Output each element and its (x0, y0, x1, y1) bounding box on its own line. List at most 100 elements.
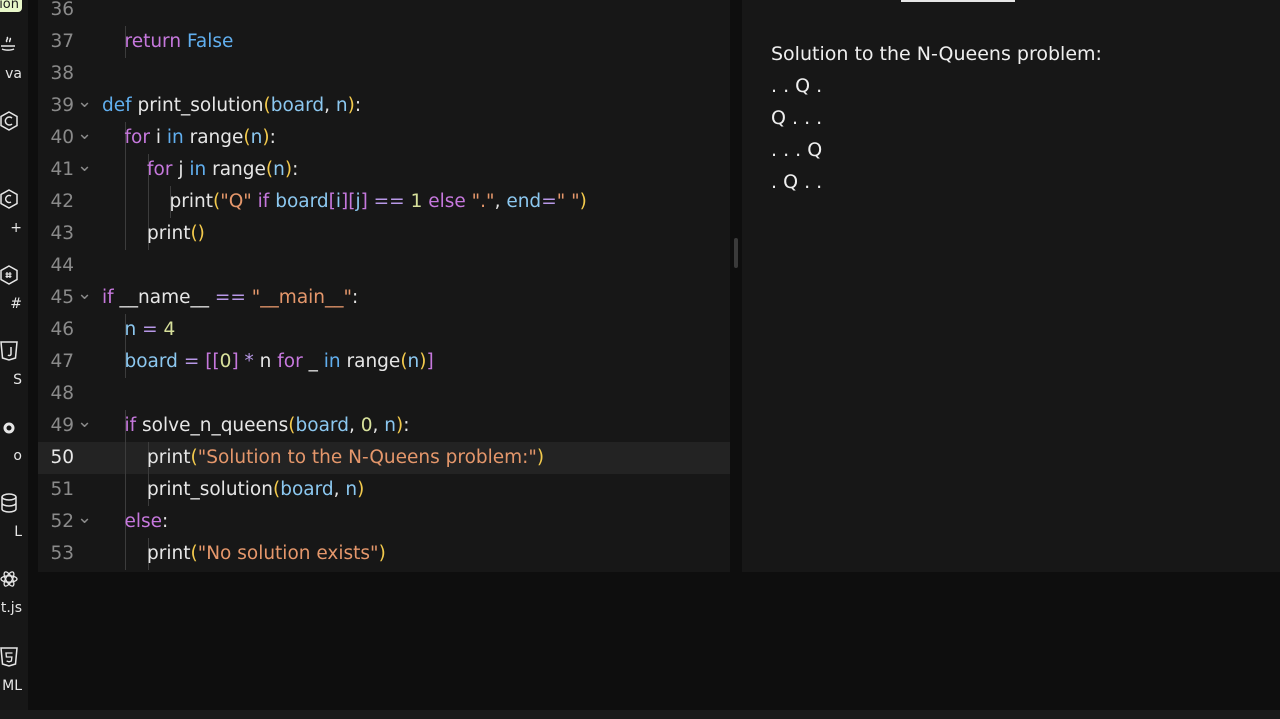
fold-chevron-icon[interactable]: ⌄ (77, 86, 92, 118)
fold-chevron-icon[interactable]: ⌄ (77, 406, 92, 438)
code-token: [[ (199, 351, 220, 372)
code-text: print_solution(board, n) (147, 474, 364, 506)
code-text: else: (125, 506, 169, 538)
code-token: n (384, 415, 396, 436)
csharp-icon (0, 265, 18, 285)
code-line[interactable]: 46 n = 4 (38, 314, 730, 346)
code-token: ) (378, 543, 386, 564)
code-line[interactable]: 50 print("Solution to the N-Queens proble… (38, 442, 730, 474)
code-token: False (181, 31, 234, 52)
code-token: "No solution exists" (197, 543, 379, 564)
code-token: return (124, 31, 182, 52)
code-token: in (166, 127, 184, 148)
line-number: 36 (50, 0, 74, 20)
code-token: "." (465, 191, 495, 212)
code-token: for (124, 127, 150, 148)
code-token: = (136, 319, 158, 340)
sidebar-lang-html[interactable]: ML (0, 644, 28, 702)
sidebar-lang-java[interactable]: va (0, 32, 28, 90)
panel-splitter[interactable] (730, 0, 742, 572)
output-board-row: . . Q . (771, 75, 823, 97)
splitter-handle[interactable] (734, 238, 738, 268)
code-token: j (172, 159, 190, 180)
code-line[interactable]: 52 ⌄ else: (38, 506, 730, 538)
sidebar-lang-sql[interactable]: L (0, 490, 28, 548)
code-token: if (102, 287, 114, 308)
code-token: solve_n_queens (136, 415, 289, 436)
fold-chevron-icon[interactable]: ⌄ (77, 150, 92, 182)
sidebar-lang-label: # (10, 296, 22, 312)
code-editor[interactable]: 36 37 return False 38 39 ⌄ def print_solution(… (38, 0, 730, 572)
line-number: 42 (50, 191, 74, 212)
code-line[interactable]: 43 print() (38, 218, 730, 250)
indent-guide (125, 442, 126, 474)
sidebar-lang-csharp[interactable]: # (0, 262, 28, 320)
output-heading: Solution to the N-Queens problem: (771, 43, 1102, 65)
output-board-row: Q . . . (771, 107, 823, 129)
sidebar-lang-label: ct.js (0, 600, 22, 616)
code-token: print_solution (131, 95, 264, 116)
code-token: , (333, 479, 346, 500)
code-token: ( (243, 127, 251, 148)
code-token: 1 (404, 191, 423, 212)
code-token: : (403, 415, 410, 436)
code-line[interactable]: 38 (38, 58, 730, 90)
code-line[interactable]: 49 ⌄ if solve_n_queens(board, 0, n): (38, 410, 730, 442)
code-line[interactable]: 51 print_solution(board, n) (38, 474, 730, 506)
code-line[interactable]: 45 ⌄ if __name__ == "__main__": (38, 282, 730, 314)
code-line[interactable]: 47 board = [[0] * n for _ in range(n)] (38, 346, 730, 378)
fold-chevron-icon[interactable]: ⌄ (77, 278, 92, 310)
code-text: for i in range(n): (125, 122, 276, 154)
code-token: ) (357, 479, 365, 500)
code-line[interactable]: 53 print("No solution exists") (38, 538, 730, 570)
code-line[interactable]: 48 (38, 378, 730, 410)
sidebar-lang-label: ML (2, 678, 22, 694)
fold-chevron-icon[interactable]: ⌄ (77, 118, 92, 150)
line-number: 49 (50, 415, 74, 436)
code-token: n (335, 95, 348, 116)
sidebar-lang-javascript[interactable]: S (0, 338, 28, 396)
html-icon (0, 647, 18, 667)
code-token: ( (190, 543, 198, 564)
sidebar-lang-react[interactable]: ct.js (0, 566, 28, 624)
code-token: "__main__" (245, 287, 353, 308)
app-window: ion va + # SoLct.js ML 36 37return False3839⌄… (0, 0, 1280, 719)
code-text: board = [[0] * n for _ in range(n)] (125, 346, 434, 378)
active-language-tag[interactable]: ion (0, 0, 22, 12)
code-token: ] (426, 351, 434, 372)
code-line[interactable]: 40 ⌄ for i in range(n): (38, 122, 730, 154)
output-tab-indicator (901, 0, 1015, 2)
fold-chevron-icon[interactable]: ⌄ (77, 502, 92, 534)
code-token: ( (190, 447, 198, 468)
code-line[interactable]: 41 ⌄ for j in range(n): (38, 154, 730, 186)
code-token: ) (347, 95, 355, 116)
sidebar-lang-label: va (5, 66, 22, 82)
code-line[interactable]: 36 (38, 0, 730, 26)
code-text: return False (125, 26, 234, 58)
code-line[interactable]: 37 return False (38, 26, 730, 58)
sidebar-lang-c[interactable] (0, 108, 28, 166)
code-token: = (541, 191, 557, 212)
code-token: n (253, 351, 278, 372)
code-line[interactable]: 39 ⌄ def print_solution(board, n): (38, 90, 730, 122)
code-line[interactable]: 42 print("Q" if board[i][j] == 1 else "."… (38, 186, 730, 218)
code-token: if (251, 191, 270, 212)
c-icon (0, 111, 18, 131)
code-token: def (102, 95, 132, 116)
sidebar-lang-cpp[interactable]: + (0, 186, 28, 244)
code-line[interactable]: 44 (38, 250, 730, 282)
indent-guide (125, 186, 126, 218)
code-token: else (124, 511, 163, 532)
code-token: n (124, 319, 137, 340)
java-icon (1, 36, 15, 51)
code-text: if solve_n_queens(board, 0, n): (125, 410, 410, 442)
code-token: board (269, 191, 329, 212)
sidebar-lang-go[interactable]: o (0, 414, 28, 472)
line-number: 51 (50, 479, 74, 500)
code-token: ) (262, 127, 270, 148)
javascript-icon (0, 341, 18, 361)
line-number: 50 (50, 447, 74, 468)
code-token: n (345, 479, 358, 500)
react-icon (0, 571, 18, 587)
line-number: 41 (50, 159, 74, 180)
